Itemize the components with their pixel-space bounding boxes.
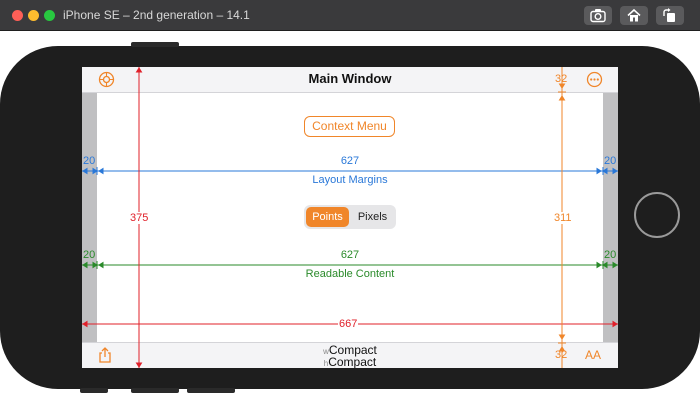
layout-margins-label: Layout Margins (312, 174, 388, 186)
volume-down-side-button[interactable] (187, 388, 235, 393)
zoom-window-button[interactable] (44, 10, 55, 21)
screenshot-button[interactable] (584, 6, 612, 25)
simulator-titlebar: iPhone SE – 2nd generation – 14.1 (0, 0, 700, 31)
bottom-bar-height-value: 32 (555, 349, 568, 361)
screen-width-value: 667 (338, 318, 359, 330)
top-bar-height-value: 32 (555, 73, 568, 85)
screen-height-value: 375 (130, 212, 149, 224)
camera-icon (590, 9, 606, 23)
close-window-button[interactable] (12, 10, 23, 21)
device-screen: Main Window AA wCompact hCompact Context… (82, 67, 618, 368)
minimize-window-button[interactable] (28, 10, 39, 21)
readable-width-value: 627 (340, 249, 360, 261)
safe-area-height-value: 311 (554, 212, 572, 224)
device-home-button[interactable] (634, 192, 680, 238)
window-title: iPhone SE – 2nd generation – 14.1 (63, 8, 250, 22)
house-icon (627, 8, 641, 22)
layout-margin-right-value: 20 (604, 155, 617, 167)
power-side-button[interactable] (131, 42, 179, 47)
rotate-button[interactable] (656, 6, 684, 25)
home-button[interactable] (620, 6, 648, 25)
mute-side-button[interactable] (80, 388, 108, 393)
layout-margin-width-value: 627 (340, 155, 360, 167)
readable-content-label: Readable Content (305, 268, 395, 280)
readable-right-value: 20 (604, 249, 617, 261)
rotate-icon (663, 8, 675, 22)
volume-up-side-button[interactable] (131, 388, 179, 393)
